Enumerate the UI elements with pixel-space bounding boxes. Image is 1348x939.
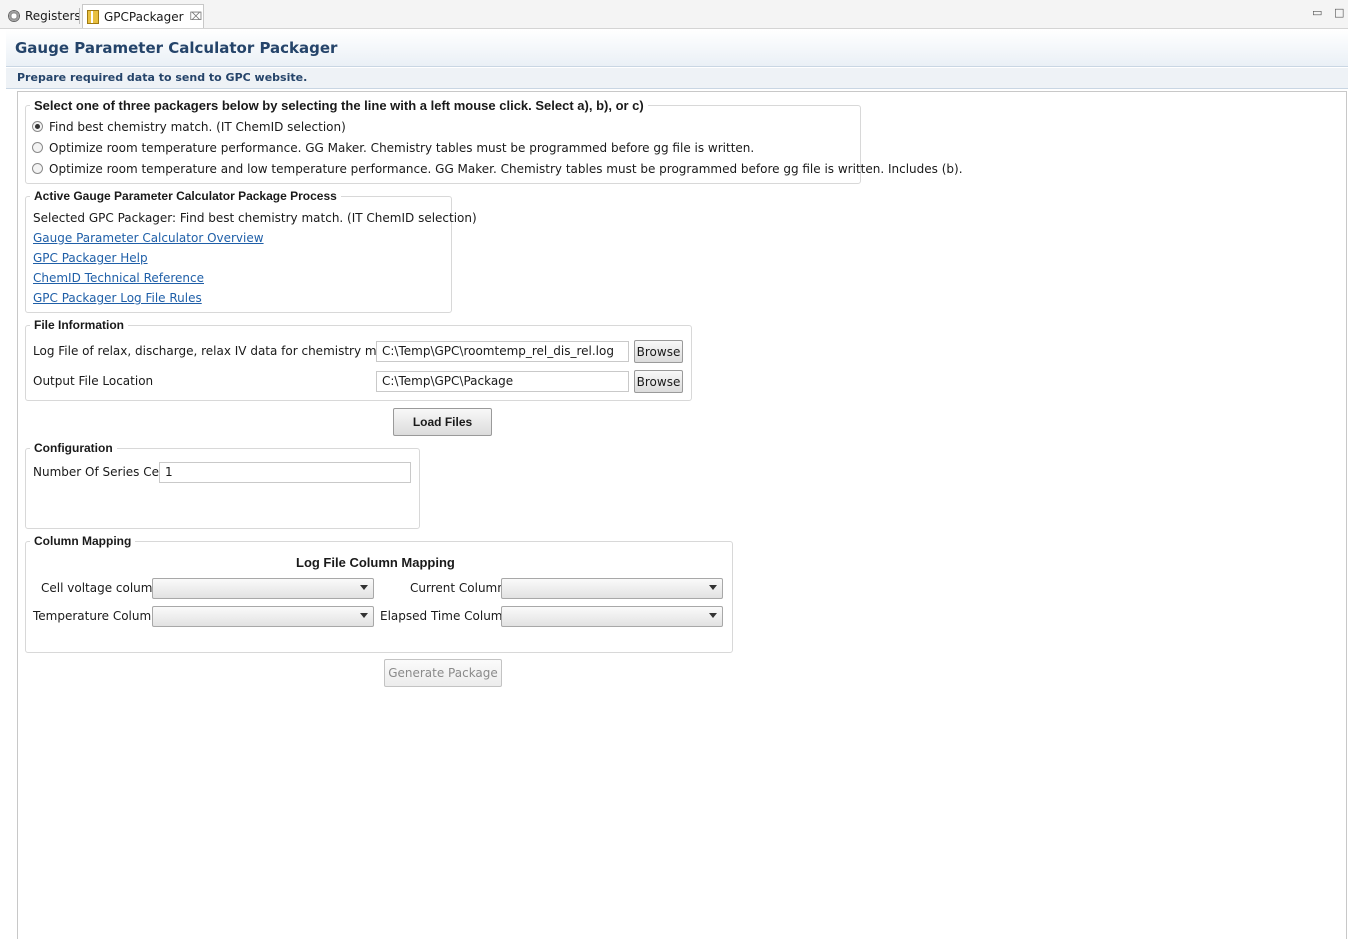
load-files-button[interactable]: Load Files — [393, 408, 492, 436]
chevron-down-icon — [709, 585, 717, 590]
chevron-down-icon — [360, 585, 368, 590]
packager-option-a[interactable]: Find best chemistry match. (IT ChemID se… — [32, 120, 346, 134]
radio-button[interactable] — [32, 142, 43, 153]
page-description: Prepare required data to send to GPC web… — [17, 71, 308, 84]
column-mapping-legend: Column Mapping — [34, 534, 132, 548]
active-process-legend: Active Gauge Parameter Calculator Packag… — [34, 189, 337, 203]
close-icon[interactable]: ⌧ — [190, 10, 203, 23]
packager-option-c[interactable]: Optimize room temperature and low temper… — [32, 162, 963, 176]
cell-voltage-label: Cell voltage column — [41, 581, 161, 595]
chevron-down-icon — [360, 613, 368, 618]
output-location-input[interactable]: C:\Temp\GPC\Package — [376, 371, 629, 392]
log-file-input[interactable]: C:\Temp\GPC\roomtemp_rel_dis_rel.log — [376, 341, 629, 362]
packager-option-c-label: Optimize room temperature and low temper… — [49, 162, 963, 176]
column-mapping-title: Log File Column Mapping — [296, 555, 455, 570]
package-icon — [87, 9, 99, 24]
tab-separator — [79, 8, 80, 24]
packager-option-b-label: Optimize room temperature performance. G… — [49, 141, 755, 155]
link-chemid-reference[interactable]: ChemID Technical Reference — [33, 271, 204, 285]
output-location-label: Output File Location — [33, 374, 154, 388]
file-information-legend: File Information — [34, 318, 124, 332]
current-column-label: Current Column — [410, 581, 505, 595]
series-cells-input[interactable]: 1 — [159, 462, 411, 483]
chevron-down-icon — [709, 613, 717, 618]
temperature-column-label: Temperature Column — [33, 609, 159, 623]
elapsed-time-dropdown[interactable] — [501, 606, 723, 627]
temperature-column-dropdown[interactable] — [152, 606, 374, 627]
minimize-icon[interactable]: ▭ — [1312, 6, 1322, 19]
selected-packager-text: Selected GPC Packager: Find best chemist… — [33, 211, 477, 225]
gear-icon — [8, 10, 20, 22]
elapsed-time-label: Elapsed Time Column — [380, 609, 511, 623]
configuration-group: Configuration — [25, 441, 420, 529]
packager-select-legend: Select one of three packagers below by s… — [34, 98, 644, 113]
log-file-label: Log File of relax, discharge, relax IV d… — [33, 344, 426, 358]
link-log-file-rules[interactable]: GPC Packager Log File Rules — [33, 291, 202, 305]
tab-gpcpackager-label: GPCPackager — [104, 9, 184, 24]
series-cells-label: Number Of Series Cells — [33, 465, 172, 479]
browse-log-button[interactable]: Browse — [634, 340, 683, 363]
page-title: Gauge Parameter Calculator Packager — [15, 39, 338, 57]
form-header: Gauge Parameter Calculator Packager — [6, 30, 1348, 67]
cell-voltage-dropdown[interactable] — [152, 578, 374, 599]
configuration-legend: Configuration — [34, 441, 113, 455]
generate-package-button[interactable]: Generate Package — [384, 659, 502, 687]
packager-option-a-label: Find best chemistry match. (IT ChemID se… — [49, 120, 346, 134]
maximize-icon[interactable]: □ — [1334, 6, 1344, 19]
tab-registers-label: Registers — [25, 9, 81, 23]
tab-registers[interactable]: Registers — [8, 5, 81, 27]
browse-output-button[interactable]: Browse — [634, 370, 683, 393]
link-gpc-packager-help[interactable]: GPC Packager Help — [33, 251, 148, 265]
tab-gpcpackager[interactable]: GPCPackager ⌧ — [82, 4, 204, 28]
radio-button-selected[interactable] — [32, 121, 43, 132]
editor-tab-bar: Registers GPCPackager ⌧ ▭ □ — [0, 0, 1348, 29]
current-column-dropdown[interactable] — [501, 578, 723, 599]
link-gpc-overview[interactable]: Gauge Parameter Calculator Overview — [33, 231, 264, 245]
form-body: Select one of three packagers below by s… — [17, 91, 1347, 939]
radio-button[interactable] — [32, 163, 43, 174]
packager-option-b[interactable]: Optimize room temperature performance. G… — [32, 141, 754, 155]
form-subheader: Prepare required data to send to GPC web… — [6, 68, 1348, 89]
